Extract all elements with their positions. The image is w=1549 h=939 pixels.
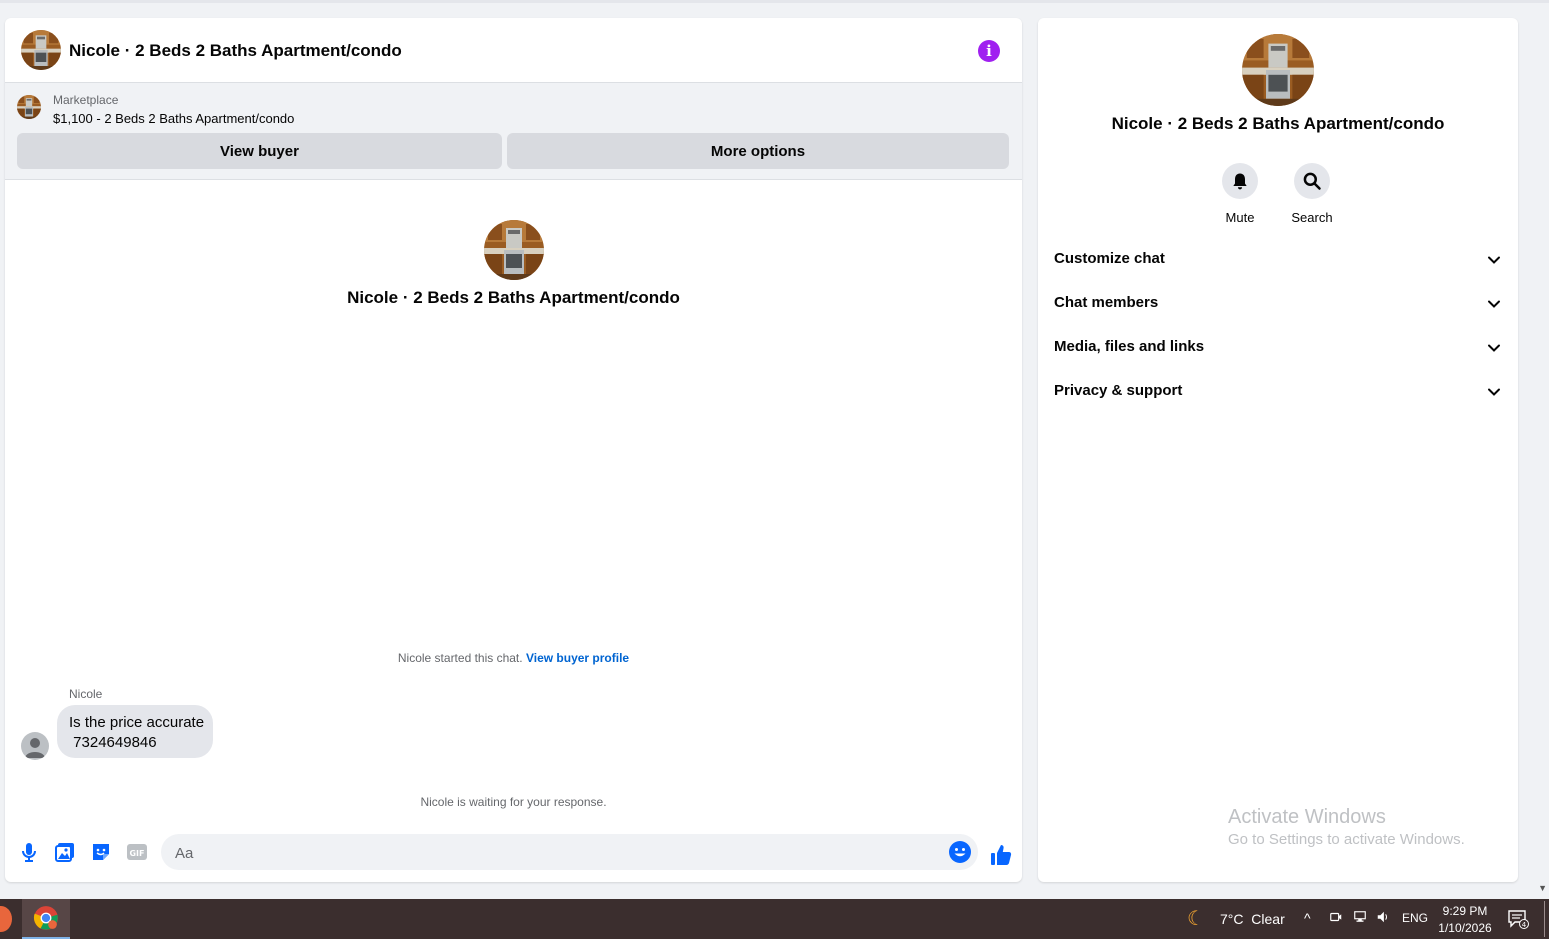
chevron-down-icon (1488, 344, 1500, 352)
svg-text:GIF: GIF (129, 849, 144, 858)
chevron-down-icon (1488, 256, 1500, 264)
section-label: Chat members (1054, 294, 1159, 311)
mute-button[interactable]: Mute (1210, 163, 1270, 225)
search-label: Search (1291, 210, 1333, 225)
moon-icon[interactable]: ☾ (1187, 906, 1205, 931)
chat-title[interactable]: Nicole · 2 Beds 2 Baths Apartment/condo (69, 41, 402, 61)
section-chat-members[interactable]: Chat members (1054, 284, 1502, 324)
top-divider (0, 0, 1549, 3)
chevron-down-icon (1488, 300, 1500, 308)
notifications-icon[interactable]: 4 (1507, 909, 1529, 929)
listing-title[interactable]: $1,100 - 2 Beds 2 Baths Apartment/condo (53, 111, 294, 126)
search-button[interactable]: Search (1282, 163, 1342, 225)
sender-avatar[interactable] (21, 732, 49, 760)
chat-header: Nicole · 2 Beds 2 Baths Apartment/condo … (5, 18, 1022, 83)
activation-watermark-subtitle: Go to Settings to activate Windows. (1228, 831, 1465, 848)
message-input-wrapper (161, 834, 978, 872)
network-icon[interactable] (1352, 910, 1368, 927)
chat-started-note: Nicole started this chat. View buyer pro… (5, 651, 1022, 665)
chat-panel: Nicole · 2 Beds 2 Baths Apartment/condo … (5, 18, 1022, 882)
message-line-1: Is the price accurate (69, 714, 205, 731)
listing-source: Marketplace (53, 93, 119, 107)
clock-time: 9:29 PM (1442, 904, 1488, 918)
message-sender: Nicole (69, 687, 103, 701)
chevron-down-icon (1488, 388, 1500, 396)
thumbs-up-icon[interactable] (989, 843, 1013, 867)
waiting-note: Nicole is waiting for your response. (420, 795, 607, 809)
message-input[interactable] (173, 834, 937, 872)
section-label: Privacy & support (1054, 382, 1183, 399)
weather-text[interactable]: 7°C Clear (1220, 911, 1285, 927)
scroll-down-arrow[interactable]: ▼ (1538, 883, 1547, 893)
meet-icon[interactable] (1329, 910, 1343, 927)
speaker-icon[interactable] (1375, 910, 1391, 927)
view-buyer-button[interactable]: View buyer (17, 133, 502, 169)
notification-count: 4 (1522, 921, 1527, 929)
chat-started-text: Nicole started this chat. (397, 651, 523, 665)
info-icon[interactable]: i (978, 40, 1000, 62)
clock[interactable]: 9:29 PM 1/10/2026 (1437, 903, 1493, 937)
clock-date: 1/10/2026 (1438, 921, 1492, 935)
conversation-avatar (484, 220, 544, 280)
listing-banner: Marketplace $1,100 - 2 Beds 2 Baths Apar… (5, 83, 1022, 180)
bell-icon (1222, 163, 1258, 199)
chrome-icon[interactable] (22, 899, 70, 939)
photo-icon[interactable] (53, 840, 77, 864)
chevron-up-icon[interactable]: ^ (1304, 910, 1311, 926)
section-customize-chat[interactable]: Customize chat (1054, 240, 1502, 280)
section-label: Media, files and links (1054, 338, 1205, 355)
activation-watermark-title: Activate Windows (1228, 806, 1386, 828)
show-desktop-button[interactable] (1544, 901, 1545, 937)
section-label: Customize chat (1054, 250, 1165, 267)
profile-avatar[interactable] (1242, 34, 1314, 106)
listing-thumbnail[interactable] (17, 95, 41, 119)
app-icon[interactable] (0, 906, 12, 932)
sticker-icon[interactable] (89, 840, 113, 864)
profile-title: Nicole · 2 Beds 2 Baths Apartment/condo (1111, 114, 1445, 133)
mute-label: Mute (1225, 210, 1255, 225)
search-icon (1294, 163, 1330, 199)
microphone-icon[interactable] (17, 840, 41, 864)
details-panel: Nicole · 2 Beds 2 Baths Apartment/condo … (1038, 18, 1518, 882)
section-privacy-support[interactable]: Privacy & support (1054, 372, 1502, 412)
taskbar: ☾ 7°C Clear ^ ENG 9:29 PM 1/10/2026 4 (0, 899, 1549, 939)
section-media-files-links[interactable]: Media, files and links (1054, 328, 1502, 368)
chat-avatar[interactable] (21, 30, 61, 70)
message-bubble[interactable]: Is the price accurate 7324649846 (57, 705, 213, 758)
message-line-2: 7324649846 (69, 734, 157, 751)
conversation-title: Nicole · 2 Beds 2 Baths Apartment/condo (347, 288, 680, 307)
language-indicator[interactable]: ENG (1402, 911, 1428, 925)
more-options-button[interactable]: More options (507, 133, 1009, 169)
composer: GIF (5, 828, 1022, 880)
view-buyer-profile-link[interactable]: View buyer profile (526, 651, 629, 665)
emoji-icon[interactable] (948, 840, 972, 864)
gif-icon[interactable]: GIF (125, 840, 149, 864)
